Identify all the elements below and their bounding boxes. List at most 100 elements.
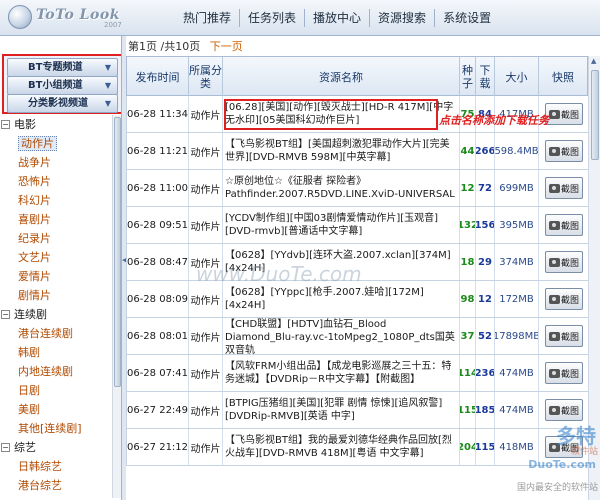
row-size: 17898MB xyxy=(495,318,539,354)
nav-hot[interactable]: 热门推荐 xyxy=(175,9,239,27)
collapse-icon[interactable]: − xyxy=(1,310,10,319)
channel-bt-group[interactable]: BT小组频道 ▼ xyxy=(7,76,118,95)
row-name-link-text[interactable]: 【CHD联盟】[HDTV]血钻石_Blood Diamond_Blu-ray.v… xyxy=(225,318,457,354)
row-category-text: 动作片 xyxy=(190,147,221,159)
tree-category-movie[interactable]: − 电影 xyxy=(0,115,112,134)
screenshot-button[interactable]: 截图 xyxy=(545,214,583,236)
nav-tasks[interactable]: 任务列表 xyxy=(239,9,304,27)
row-name-link-text[interactable]: 【0628】[YYdvb][连环大盗.2007.xclan][374M][4x2… xyxy=(225,249,457,275)
tree-item-other-series[interactable]: 其他[连续剧] xyxy=(0,419,112,438)
row-time: 06-28 07:41 xyxy=(127,355,189,391)
row-name-link-text[interactable]: 【风软FRM小组出品】【成龙电影巡展之三十五：特务迷城】【DVDRip－R中文字… xyxy=(225,360,457,386)
pager: 第1页 /共10页 下一页 xyxy=(128,38,243,54)
tree-item-hk-tw-series[interactable]: 港台连续剧 xyxy=(0,324,112,343)
tree-item-scifi[interactable]: 科幻片 xyxy=(0,191,112,210)
tree-item-documentary[interactable]: 纪录片 xyxy=(0,229,112,248)
screenshot-button[interactable]: 截图 xyxy=(545,103,583,125)
screenshot-label: 截图 xyxy=(560,221,579,232)
scroll-up-icon[interactable]: ▲ xyxy=(591,57,596,65)
tree-item-art[interactable]: 文艺片 xyxy=(0,248,112,267)
collapse-icon[interactable]: − xyxy=(1,443,10,452)
table-row[interactable]: 06-28 11:00 动作片 ☆原创地位☆《征服者 探险者》Pathfinder.… xyxy=(126,170,588,207)
screenshot-button[interactable]: 截图 xyxy=(545,288,583,310)
tree-item-jp-kr-variety[interactable]: 日韩综艺 xyxy=(0,457,112,476)
row-seeds: 98 xyxy=(460,281,476,317)
tree-item-japanese-series[interactable]: 日剧 xyxy=(0,381,112,400)
tree-item-korean-series[interactable]: 韩剧 xyxy=(0,343,112,362)
row-seeds: 132 xyxy=(460,207,476,243)
row-name-link[interactable]: [BTPIG压猪组][美国][犯罪 剧情 惊悚][追风叙警][DVDRip-RM… xyxy=(223,392,460,428)
table-row[interactable]: 06-28 07:41 动作片 【风软FRM小组出品】【成龙电影巡展之三十五：特务迷… xyxy=(126,355,588,392)
tree-item-hk-tw-variety[interactable]: 港台综艺 xyxy=(0,476,112,495)
nav-settings[interactable]: 系统设置 xyxy=(434,9,499,27)
row-downloads-text: 236 xyxy=(476,367,495,379)
table-row[interactable]: 06-28 08:47 动作片 【0628】[YYdvb][连环大盗.2007.xc… xyxy=(126,244,588,281)
screenshot-button[interactable]: 截图 xyxy=(545,325,583,347)
header-category[interactable]: 所属分类 xyxy=(189,57,223,97)
row-size: 598.4MB xyxy=(495,133,539,169)
row-time-text: 06-28 11:21 xyxy=(127,145,189,157)
screenshot-button[interactable]: 截图 xyxy=(545,251,583,273)
screenshot-button[interactable]: 截图 xyxy=(545,140,583,162)
table-row[interactable]: 06-27 22:49 动作片 [BTPIG压猪组][美国][犯罪 剧情 惊悚][追… xyxy=(126,392,588,429)
row-preview: 截图 xyxy=(539,281,588,317)
tree-item-comedy[interactable]: 喜剧片 xyxy=(0,210,112,229)
row-name-link[interactable]: 【CHD联盟】[HDTV]血钻石_Blood Diamond_Blu-ray.v… xyxy=(223,318,460,354)
screenshot-button[interactable]: 截图 xyxy=(545,436,583,458)
row-time: 06-28 08:09 xyxy=(127,281,189,317)
screenshot-button[interactable]: 截图 xyxy=(545,399,583,421)
sidebar-scrollbar[interactable] xyxy=(112,115,121,498)
scroll-thumb[interactable] xyxy=(591,70,599,160)
row-time: 06-28 11:34 xyxy=(127,96,189,132)
table-row[interactable]: 06-28 08:09 动作片 【0628】[YYppc][枪手.2007.娃哈][… xyxy=(126,281,588,318)
screenshot-button[interactable]: 截图 xyxy=(545,177,583,199)
table-row[interactable]: 06-28 11:34 动作片 [06.28][美国][动作][毁灭战士][HD-R… xyxy=(126,96,588,133)
header-name[interactable]: 资源名称 xyxy=(223,57,460,97)
tree-item-mainland-series[interactable]: 内地连续剧 xyxy=(0,362,112,381)
table-row[interactable]: 06-27 21:12 动作片 【飞鸟影视BT组】我的最爱刘德华经典作品回放[烈火战… xyxy=(126,429,588,466)
header-size[interactable]: 大小 xyxy=(495,57,539,97)
row-name-link-text[interactable]: [BTPIG压猪组][美国][犯罪 剧情 惊悚][追风叙警][DVDRip-RM… xyxy=(225,397,457,423)
table-row[interactable]: 06-28 11:21 动作片 【飞鸟影视BT组】[美国超刺激犯罪动作大片][完美世… xyxy=(126,133,588,170)
next-page-link[interactable]: 下一页 xyxy=(210,40,243,53)
row-name-link-text[interactable]: ☆原创地位☆《征服者 探险者》Pathfinder.2007.R5DVD.LIN… xyxy=(225,175,457,201)
row-name-link-text[interactable]: 【飞鸟影视BT组】[美国超刺激犯罪动作大片][完美世界][DVD-RMVB 59… xyxy=(225,138,457,164)
row-preview: 截图 xyxy=(539,355,588,391)
list-scrollbar[interactable]: ▲ xyxy=(588,56,600,500)
nav-search[interactable]: 资源搜索 xyxy=(369,9,434,27)
tree-item-action[interactable]: 动作片 xyxy=(0,134,112,153)
row-name-link[interactable]: 【飞鸟影视BT组】[美国超刺激犯罪动作大片][完美世界][DVD-RMVB 59… xyxy=(223,133,460,169)
header-time[interactable]: 发布时间 xyxy=(127,57,189,97)
header-seeds[interactable]: 种子 xyxy=(460,57,476,97)
tree-category-variety[interactable]: − 综艺 xyxy=(0,438,112,457)
row-size-text: 474MB xyxy=(499,367,534,379)
row-name-link[interactable]: 【0628】[YYppc][枪手.2007.娃哈][172M][4x24H] xyxy=(223,281,460,317)
row-name-link[interactable]: 【风软FRM小组出品】【成龙电影巡展之三十五：特务迷城】【DVDRip－R中文字… xyxy=(223,355,460,391)
tree-category-series[interactable]: − 连续剧 xyxy=(0,305,112,324)
row-size: 172MB xyxy=(495,281,539,317)
tree-item-romance[interactable]: 爱情片 xyxy=(0,267,112,286)
table-row[interactable]: 06-28 09:51 动作片 [YCDV制作组][中国03剧情爱情动作片][玉观音… xyxy=(126,207,588,244)
row-name-link[interactable]: ☆原创地位☆《征服者 探险者》Pathfinder.2007.R5DVD.LIN… xyxy=(223,170,460,206)
row-downloads-text: 185 xyxy=(476,404,495,416)
tree-item-war[interactable]: 战争片 xyxy=(0,153,112,172)
header-downloads[interactable]: 下载 xyxy=(476,57,495,97)
table-row[interactable]: 06-28 08:01 动作片 【CHD联盟】[HDTV]血钻石_Blood Dia… xyxy=(126,318,588,355)
scroll-thumb[interactable] xyxy=(114,117,121,387)
collapse-icon[interactable]: − xyxy=(1,120,10,129)
row-name-link[interactable]: [YCDV制作组][中国03剧情爱情动作片][玉观音][DVD-rmvb][普通… xyxy=(223,207,460,243)
channel-bt-topic[interactable]: BT专题频道 ▼ xyxy=(7,58,118,77)
row-name-link-text[interactable]: 【0628】[YYppc][枪手.2007.娃哈][172M][4x24H] xyxy=(225,286,457,312)
row-name-link-text[interactable]: [YCDV制作组][中国03剧情爱情动作片][玉观音][DVD-rmvb][普通… xyxy=(225,212,457,238)
tree-item-drama[interactable]: 剧情片 xyxy=(0,286,112,305)
row-name-link[interactable]: 【飞鸟影视BT组】我的最爱刘德华经典作品回放[烈火战车][DVD-RMVB 41… xyxy=(223,429,460,465)
row-category: 动作片 xyxy=(189,318,223,354)
row-name-link-text[interactable]: 【飞鸟影视BT组】我的最爱刘德华经典作品回放[烈火战车][DVD-RMVB 41… xyxy=(225,434,457,460)
channel-category[interactable]: 分类影视频道 ▼ xyxy=(7,94,118,113)
screenshot-button[interactable]: 截图 xyxy=(545,362,583,384)
tree-item-horror[interactable]: 恐怖片 xyxy=(0,172,112,191)
row-name-link[interactable]: 【0628】[YYdvb][连环大盗.2007.xclan][374M][4x2… xyxy=(223,244,460,280)
camera-icon xyxy=(548,368,560,378)
nav-player[interactable]: 播放中心 xyxy=(304,9,369,27)
tree-item-us-series[interactable]: 美剧 xyxy=(0,400,112,419)
